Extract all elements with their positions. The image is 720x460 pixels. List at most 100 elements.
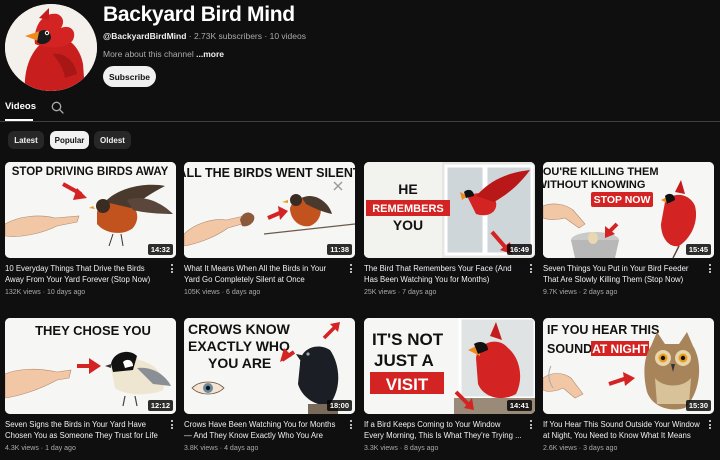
- video-thumbnail[interactable]: CROWS KNOW EXACTLY WHO YOU ARE 18:00: [184, 318, 355, 414]
- thumbnail-overlay-text: YOU'RE KILLING THEM: [543, 166, 659, 178]
- thumbnail-overlay-text: THEY CHOSE YOU: [35, 323, 151, 338]
- video-card[interactable]: STOP DRIVING BIRDS AWAY 14:32 10 Everyda…: [5, 162, 176, 302]
- more-actions-icon[interactable]: [706, 419, 714, 433]
- video-duration: 15:45: [685, 244, 711, 255]
- video-duration: 18:00: [326, 400, 352, 411]
- cardinal-avatar-image: [5, 4, 97, 91]
- more-actions-icon[interactable]: [168, 263, 176, 277]
- view-count: 132K views: [5, 289, 41, 296]
- video-card[interactable]: ALL THE BIRDS WENT SILENT 11:38 What It …: [184, 162, 355, 302]
- video-thumbnail[interactable]: HE REMEMBERS YOU 16:49: [364, 162, 535, 258]
- thumbnail-overlay-text: EXACTLY WHO: [188, 338, 290, 354]
- more-actions-icon[interactable]: [706, 263, 714, 277]
- thumbnail-overlay-text: JUST A: [374, 351, 434, 370]
- thumbnail-overlay-text: YOU: [393, 217, 423, 233]
- video-meta: 3.3K views · 8 days ago: [364, 445, 439, 452]
- video-duration: 11:38: [327, 244, 352, 255]
- thumbnail-overlay-text: YOU ARE: [208, 355, 271, 371]
- video-title[interactable]: If a Bird Keeps Coming to Your Window Ev…: [364, 419, 522, 441]
- video-meta: 4.3K views · 1 day ago: [5, 445, 76, 452]
- thumbnail-overlay-text: WITHOUT KNOWING: [543, 179, 645, 191]
- upload-age: 10 days ago: [47, 289, 86, 296]
- video-thumbnail[interactable]: ALL THE BIRDS WENT SILENT 11:38: [184, 162, 355, 258]
- video-meta: 2.6K views · 3 days ago: [543, 445, 618, 452]
- filter-popular[interactable]: Popular: [50, 131, 89, 149]
- upload-age: 3 days ago: [583, 445, 618, 452]
- filter-oldest[interactable]: Oldest: [94, 131, 131, 149]
- filter-latest[interactable]: Latest: [8, 131, 44, 149]
- video-thumbnail[interactable]: THEY CHOSE YOU 12:12: [5, 318, 176, 414]
- channel-handle[interactable]: @BackyardBirdMind: [103, 31, 186, 41]
- video-meta: 3.8K views · 4 days ago: [184, 445, 259, 452]
- video-title[interactable]: 10 Everyday Things That Drive the Birds …: [5, 263, 163, 285]
- video-title[interactable]: Crows Have Been Watching You for Months …: [184, 419, 342, 441]
- video-title[interactable]: The Bird That Remembers Your Face (And H…: [364, 263, 522, 285]
- more-actions-icon[interactable]: [347, 263, 355, 277]
- upload-age: 2 days ago: [583, 289, 618, 296]
- thumbnail-overlay-text: HE: [398, 181, 417, 197]
- video-title[interactable]: Seven Signs the Birds in Your Yard Have …: [5, 419, 163, 441]
- thumbnail-overlay-text: STOP NOW: [594, 194, 651, 206]
- subscribe-button[interactable]: Subscribe: [103, 66, 156, 87]
- video-duration: 15:30: [685, 400, 711, 411]
- more-actions-icon[interactable]: [527, 263, 535, 277]
- thumbnail-overlay-text: IT'S NOT: [372, 330, 444, 349]
- upload-age: 6 days ago: [226, 289, 261, 296]
- upload-age: 4 days ago: [224, 445, 259, 452]
- video-card[interactable]: IT'S NOT JUST A VISIT 14:41 If a Bird Ke…: [364, 318, 535, 458]
- video-count: 10 videos: [269, 31, 306, 41]
- video-meta: 9.7K views · 2 days ago: [543, 289, 618, 296]
- upload-age: 1 day ago: [45, 445, 76, 452]
- more-actions-icon[interactable]: [168, 419, 176, 433]
- about-text: More about this channel: [103, 49, 194, 59]
- channel-tabs: Videos: [0, 96, 720, 122]
- thumbnail-overlay-text: REMEMBERS: [372, 203, 444, 215]
- video-duration: 12:12: [147, 400, 173, 411]
- video-title[interactable]: What It Means When All the Birds in Your…: [184, 263, 342, 285]
- view-count: 105K views: [184, 289, 220, 296]
- more-actions-icon[interactable]: [527, 419, 535, 433]
- thumbnail-overlay-text: ALL THE BIRDS WENT SILENT: [184, 166, 355, 180]
- video-card[interactable]: YOU'RE KILLING THEM WITHOUT KNOWING STOP…: [543, 162, 714, 302]
- channel-meta: @BackyardBirdMind · 2.73K subscribers · …: [103, 31, 306, 41]
- upload-age: 8 days ago: [404, 445, 439, 452]
- video-card[interactable]: IF YOU HEAR THIS SOUND AT NIGHT 15:30 If…: [543, 318, 714, 458]
- video-thumbnail[interactable]: YOU'RE KILLING THEM WITHOUT KNOWING STOP…: [543, 162, 714, 258]
- channel-avatar[interactable]: [5, 4, 97, 91]
- video-card[interactable]: THEY CHOSE YOU 12:12 Seven Signs the Bir…: [5, 318, 176, 458]
- view-count: 25K views: [364, 289, 396, 296]
- video-duration: 14:41: [506, 400, 532, 411]
- about-more[interactable]: ...more: [196, 49, 224, 59]
- video-title[interactable]: If You Hear This Sound Outside Your Wind…: [543, 419, 701, 441]
- view-count: 3.8K views: [184, 445, 218, 452]
- search-icon[interactable]: [51, 101, 64, 114]
- view-count: 9.7K views: [543, 289, 577, 296]
- video-duration: 16:49: [506, 244, 532, 255]
- view-count: 4.3K views: [5, 445, 39, 452]
- video-thumbnail[interactable]: IT'S NOT JUST A VISIT 14:41: [364, 318, 535, 414]
- thumbnail-overlay-text: AT NIGHT: [592, 342, 648, 356]
- video-duration: 14:32: [147, 244, 173, 255]
- video-thumbnail[interactable]: IF YOU HEAR THIS SOUND AT NIGHT 15:30: [543, 318, 714, 414]
- video-meta: 25K views · 7 days ago: [364, 289, 437, 296]
- upload-age: 7 days ago: [402, 289, 437, 296]
- video-card[interactable]: CROWS KNOW EXACTLY WHO YOU ARE 18:00 Cro…: [184, 318, 355, 458]
- thumbnail-overlay-text: SOUND: [547, 342, 592, 356]
- about-channel-link[interactable]: More about this channel ...more: [103, 49, 224, 59]
- channel-name: Backyard Bird Mind: [103, 3, 295, 26]
- thumbnail-overlay-text: STOP DRIVING BIRDS AWAY: [12, 166, 169, 178]
- more-actions-icon[interactable]: [347, 419, 355, 433]
- thumbnail-overlay-text: VISIT: [386, 375, 429, 394]
- video-meta: 105K views · 6 days ago: [184, 289, 261, 296]
- tab-active-indicator: [5, 119, 33, 121]
- view-count: 3.3K views: [364, 445, 398, 452]
- thumbnail-overlay-text: CROWS KNOW: [188, 321, 291, 337]
- subscriber-count: 2.73K subscribers: [193, 31, 263, 41]
- view-count: 2.6K views: [543, 445, 577, 452]
- video-card[interactable]: HE REMEMBERS YOU 16:49 The Bird That Rem…: [364, 162, 535, 302]
- tab-videos[interactable]: Videos: [5, 101, 36, 112]
- video-title[interactable]: Seven Things You Put in Your Bird Feeder…: [543, 263, 701, 285]
- video-meta: 132K views · 10 days ago: [5, 289, 86, 296]
- video-thumbnail[interactable]: STOP DRIVING BIRDS AWAY 14:32: [5, 162, 176, 258]
- thumbnail-overlay-text: IF YOU HEAR THIS: [547, 323, 659, 337]
